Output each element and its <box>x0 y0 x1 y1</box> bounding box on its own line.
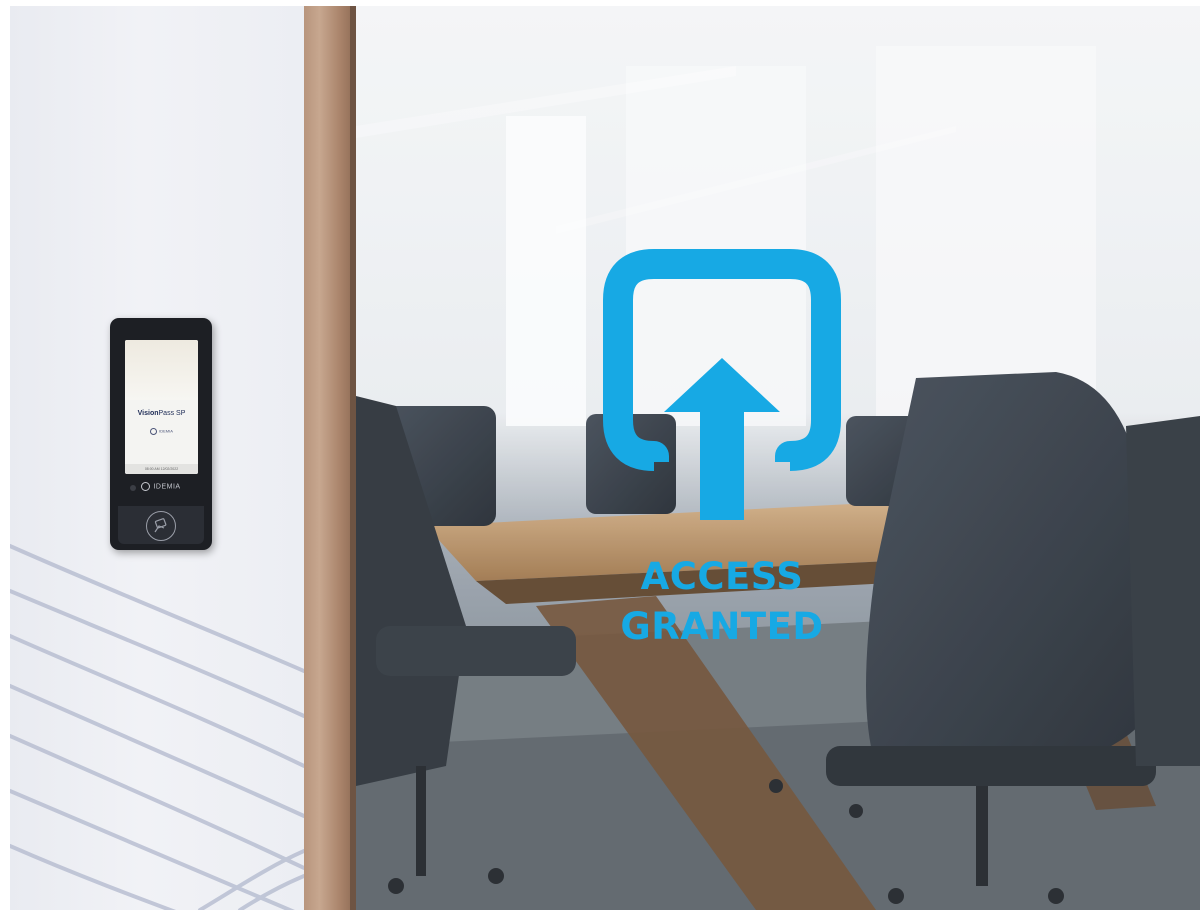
access-label-line1: ACCESS <box>640 555 804 598</box>
screen-brand: VisionPass SP <box>125 410 198 417</box>
photo-scene: VisionPass SP IDEMIA 08:00 AM 12/02/2022… <box>0 0 1200 910</box>
screen-logo: IDEMIA <box>125 428 198 435</box>
bezel-logo-icon <box>141 482 151 491</box>
bezel-logo-text: IDEMIA <box>153 483 181 491</box>
contactless-reader <box>118 506 204 544</box>
bezel-logo: IDEMIA <box>110 482 212 491</box>
access-granted-label: ACCESS GRANTED <box>580 552 864 652</box>
screen-logo-icon <box>150 428 158 435</box>
access-granted-icon <box>603 249 841 520</box>
screen-brand-regular: Pass SP <box>158 410 186 417</box>
contactless-card-icon <box>146 511 176 541</box>
screen-logo-text: IDEMIA <box>159 428 173 434</box>
biometric-reader-device: VisionPass SP IDEMIA 08:00 AM 12/02/2022… <box>110 318 212 550</box>
screen-brand-bold: Vision <box>137 410 159 417</box>
reader-screen: VisionPass SP IDEMIA 08:00 AM 12/02/2022 <box>125 340 198 474</box>
door-frame <box>304 6 356 910</box>
access-label-line2: GRANTED <box>620 605 824 648</box>
screen-footer: 08:00 AM 12/02/2022 <box>125 464 198 474</box>
camera-preview <box>125 340 198 400</box>
